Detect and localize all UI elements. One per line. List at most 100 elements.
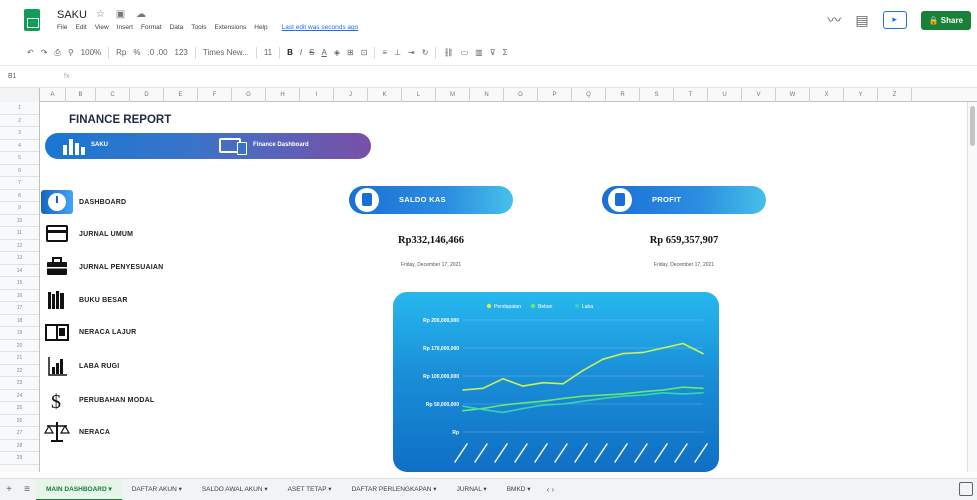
fill-color-icon[interactable]: ◈ (334, 48, 340, 57)
column-header-cell[interactable]: E (164, 88, 198, 102)
row-header-cell[interactable]: 20 (0, 340, 39, 352)
rotate-icon[interactable]: ↻ (422, 48, 429, 57)
column-header-cell[interactable]: C (96, 88, 130, 102)
finance-line-chart[interactable]: Rp 200,000,000 Rp 170,000,000 Rp 100,000,0… (393, 292, 719, 472)
menu-format[interactable]: Format (141, 24, 162, 31)
tab-jurnal[interactable]: JURNAL ▾ (447, 479, 497, 500)
wrap-icon[interactable]: ⇥ (408, 48, 415, 57)
column-header-cell[interactable]: D (130, 88, 164, 102)
valign-icon[interactable]: ⊥ (394, 48, 401, 57)
menu-tools[interactable]: Tools (191, 24, 206, 31)
font-size-select[interactable]: 11 (264, 48, 272, 57)
name-box[interactable]: B1 (0, 73, 44, 80)
column-header-cell[interactable]: K (368, 88, 402, 102)
filter-icon[interactable]: ⊽ (490, 48, 496, 57)
menu-extensions[interactable]: Extensions (214, 24, 246, 31)
column-header-cell[interactable]: Q (572, 88, 606, 102)
align-icon[interactable]: ≡ (382, 48, 387, 57)
row-header-cell[interactable]: 17 (0, 302, 39, 315)
currency-format-button[interactable]: Rp (116, 48, 126, 57)
share-button[interactable]: 🔒 Share (920, 10, 971, 30)
menu-jurnal-umum[interactable]: JURNAL UMUM (41, 222, 133, 246)
row-header-cell[interactable]: 27 (0, 427, 39, 440)
row-header-cell[interactable]: 26 (0, 415, 39, 427)
row-header-cell[interactable]: 7 (0, 177, 39, 190)
row-header-cell[interactable]: 6 (0, 165, 39, 177)
functions-icon[interactable]: Σ (503, 48, 508, 57)
row-header-cell[interactable]: 14 (0, 265, 39, 277)
column-header-cell[interactable]: P (538, 88, 572, 102)
row-header-cell[interactable]: 25 (0, 402, 39, 415)
row-header-cell[interactable]: 21 (0, 352, 39, 365)
document-title[interactable]: SAKU (57, 9, 87, 21)
row-header-cell[interactable]: 11 (0, 227, 39, 240)
column-header-cell[interactable]: V (742, 88, 776, 102)
row-header-cell[interactable]: 23 (0, 377, 39, 390)
tab-main-dashboard[interactable]: MAIN DASHBOARD ▾ (36, 478, 122, 500)
menu-data[interactable]: Data (170, 24, 184, 31)
paint-format-icon[interactable]: ⚲ (68, 48, 74, 57)
print-icon[interactable]: ⎙ (54, 48, 60, 58)
strikethrough-icon[interactable]: S (309, 48, 314, 57)
vertical-scrollbar[interactable] (967, 102, 977, 472)
tab-daftar-akun[interactable]: DAFTAR AKUN ▾ (122, 479, 192, 500)
row-header-cell[interactable]: 4 (0, 140, 39, 152)
row-header-cell[interactable]: 16 (0, 290, 39, 302)
scroll-tabs-icon[interactable]: ‹ › (547, 485, 555, 494)
scrollbar-thumb[interactable] (970, 106, 975, 146)
menu-file[interactable]: File (57, 24, 67, 31)
all-sheets-icon[interactable]: ≡ (18, 484, 36, 495)
column-header-cell[interactable]: S (640, 88, 674, 102)
tab-daftar-perlengkapan[interactable]: DAFTAR PERLENGKAPAN ▾ (342, 479, 447, 500)
borders-icon[interactable]: ⊞ (347, 48, 354, 57)
menu-view[interactable]: View (95, 24, 109, 31)
comment-icon[interactable]: ▤ (855, 10, 868, 30)
row-header-cell[interactable]: 19 (0, 327, 39, 340)
row-header-cell[interactable]: 13 (0, 252, 39, 265)
explore-icon[interactable] (959, 482, 973, 496)
menu-buku-besar[interactable]: BUKU BESAR (41, 288, 128, 312)
column-header-cell[interactable]: Y (844, 88, 878, 102)
bold-icon[interactable]: B (287, 48, 293, 57)
select-all-corner[interactable] (0, 88, 40, 102)
column-header-cell[interactable]: W (776, 88, 810, 102)
star-move-cloud-icons[interactable]: ☆ ▣ ☁ (96, 9, 150, 20)
menu-jurnal-penyesuaian[interactable]: JURNAL PENYESUAIAN (41, 255, 163, 279)
font-select[interactable]: Times New... (203, 48, 249, 57)
column-header-cell[interactable]: A (40, 88, 66, 102)
column-header-cell[interactable]: M (436, 88, 470, 102)
menu-perubahan-modal[interactable]: $ PERUBAHAN MODAL (41, 388, 154, 413)
decimal-buttons[interactable]: .0 .00 (148, 48, 168, 57)
sheets-logo-icon[interactable] (24, 9, 40, 31)
meet-icon[interactable]: ▸ (882, 11, 907, 29)
row-header-cell[interactable]: 28 (0, 440, 39, 452)
column-header-cell[interactable]: H (266, 88, 300, 102)
row-header-cell[interactable]: 8 (0, 190, 39, 202)
column-header-cell[interactable]: G (232, 88, 266, 102)
tab-saldo-awal-akun[interactable]: SALDO AWAL AKUN ▾ (192, 479, 278, 500)
text-color-icon[interactable]: A (321, 48, 326, 57)
zoom-select[interactable]: 100% (81, 48, 101, 57)
column-header-cell[interactable]: O (504, 88, 538, 102)
column-header-cell[interactable]: Z (878, 88, 912, 102)
tab-aset-tetap[interactable]: ASET TETAP ▾ (278, 479, 342, 500)
column-header-cell[interactable]: L (402, 88, 436, 102)
trend-icon[interactable]: 〰 (827, 10, 841, 30)
column-header-cell[interactable]: F (198, 88, 232, 102)
redo-icon[interactable]: ↷ (41, 48, 48, 57)
column-header-cell[interactable]: I (300, 88, 334, 102)
row-header-cell[interactable]: 1 (0, 102, 39, 115)
tab-bmkd[interactable]: BMKD ▾ (497, 479, 541, 500)
column-header-cell[interactable]: X (810, 88, 844, 102)
italic-icon[interactable]: I (300, 48, 302, 57)
chart-icon[interactable]: ▥ (475, 48, 483, 57)
column-header-cell[interactable]: B (66, 88, 96, 102)
row-header-cell[interactable]: 10 (0, 215, 39, 227)
more-formats-button[interactable]: 123 (175, 48, 188, 57)
menu-laba-rugi[interactable]: LABA RUGI (41, 354, 119, 378)
comment-add-icon[interactable]: ▭ (461, 48, 469, 57)
row-header-cell[interactable]: 15 (0, 277, 39, 290)
menu-edit[interactable]: Edit (75, 24, 86, 31)
menu-neraca[interactable]: NERACA (41, 420, 110, 444)
row-header-cell[interactable]: 24 (0, 390, 39, 402)
